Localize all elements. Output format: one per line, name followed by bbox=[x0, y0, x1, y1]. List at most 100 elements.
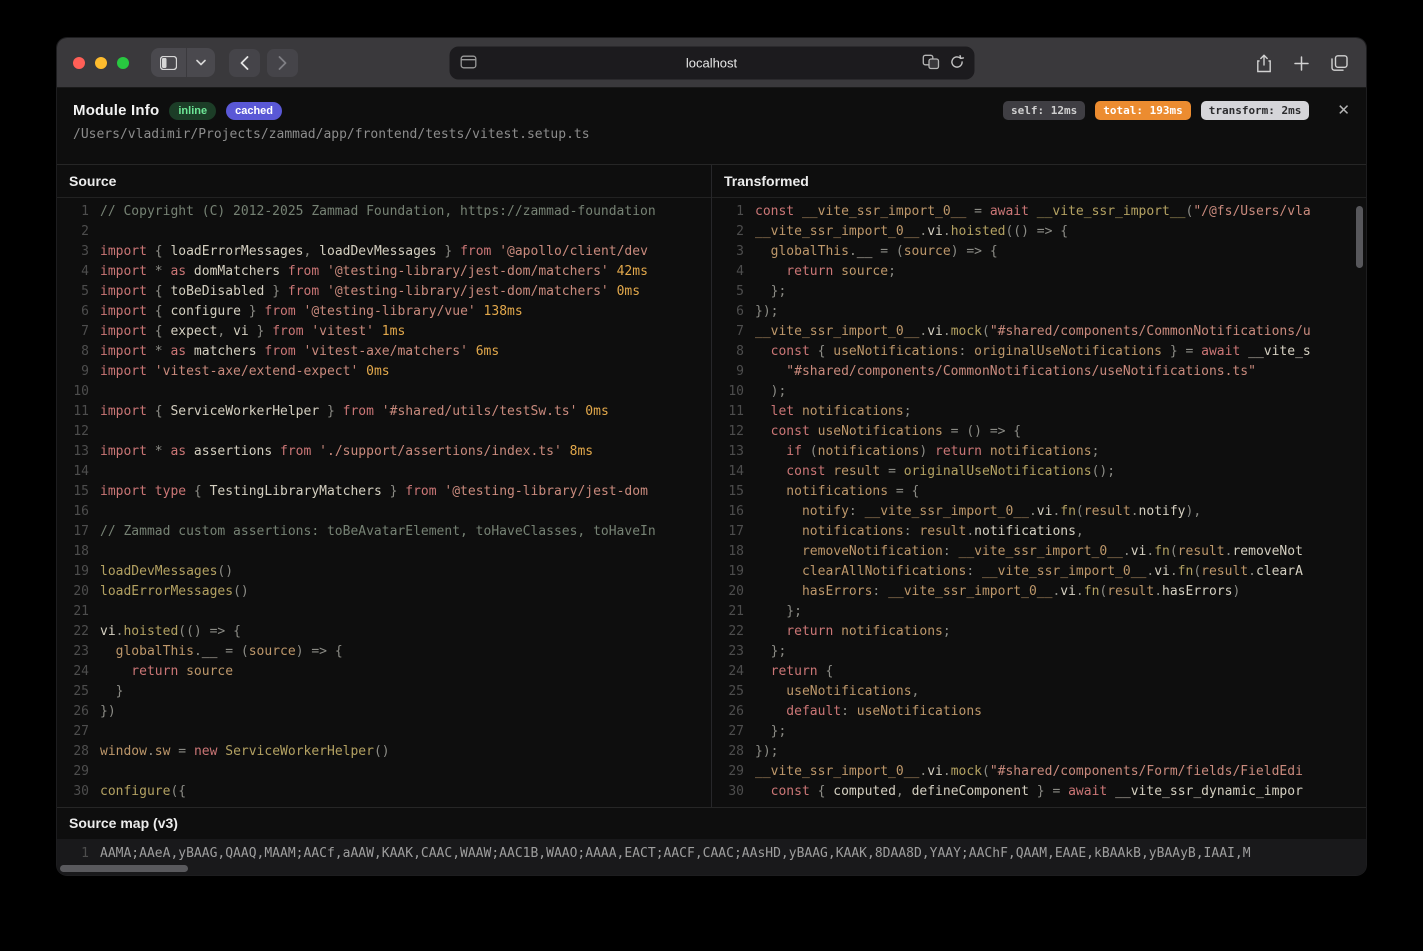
close-window-button[interactable] bbox=[73, 57, 85, 69]
line-number: 1 bbox=[712, 202, 744, 222]
line-content bbox=[89, 762, 100, 782]
token: originalUseNotifications bbox=[904, 464, 1092, 479]
code-line: 6import { configure } from '@testing-lib… bbox=[57, 302, 711, 322]
line-number: 12 bbox=[712, 422, 744, 442]
token: vi bbox=[1060, 584, 1076, 599]
token: '@apollo/client/dev bbox=[491, 244, 648, 259]
line-content: }) bbox=[89, 702, 116, 722]
token: import bbox=[100, 304, 147, 319]
token: // Copyright (C) 2012-2025 Zammad Founda… bbox=[100, 204, 656, 219]
transformed-panel-title: Transformed bbox=[712, 165, 1366, 198]
address-bar[interactable]: localhost bbox=[449, 46, 974, 79]
token: removeNotification bbox=[755, 544, 943, 559]
line-content: }; bbox=[744, 282, 786, 302]
zoom-window-button[interactable] bbox=[117, 57, 129, 69]
share-icon[interactable] bbox=[1256, 54, 1272, 73]
token: ) bbox=[919, 444, 935, 459]
token: '#shared/utils/testSw.ts' bbox=[374, 404, 578, 419]
vertical-scrollbar[interactable] bbox=[1356, 206, 1363, 268]
token: __vite_s bbox=[1240, 344, 1310, 359]
token: fn bbox=[1084, 584, 1100, 599]
line-content: const { computed, defineComponent } = aw… bbox=[744, 782, 1303, 802]
chevron-down-icon bbox=[196, 59, 206, 66]
token: fn bbox=[1154, 544, 1170, 559]
line-number: 27 bbox=[712, 722, 744, 742]
code-line: 15import type { TestingLibraryMatchers }… bbox=[57, 482, 711, 502]
token: __vite_ssr_import_0__ bbox=[755, 764, 919, 779]
line-number: 8 bbox=[57, 342, 89, 362]
token: } bbox=[437, 244, 460, 259]
token: () bbox=[233, 584, 249, 599]
token: loadErrorMessages bbox=[100, 584, 233, 599]
timing-transform-badge: transform: 2ms bbox=[1201, 101, 1310, 120]
line-number: 28 bbox=[712, 742, 744, 762]
line-number: 3 bbox=[712, 242, 744, 262]
line-content: loadErrorMessages() bbox=[89, 582, 249, 602]
code-line: 16 notify: __vite_ssr_import_0__.vi.fn(r… bbox=[712, 502, 1366, 522]
token: 1ms bbox=[374, 324, 405, 339]
new-tab-icon[interactable] bbox=[1294, 56, 1309, 71]
code-line: 26}) bbox=[57, 702, 711, 722]
token: , bbox=[912, 684, 920, 699]
code-line: 23 }; bbox=[712, 642, 1366, 662]
token: notifications bbox=[818, 444, 920, 459]
token: import bbox=[100, 264, 147, 279]
token: . bbox=[147, 744, 155, 759]
reload-icon[interactable] bbox=[949, 54, 964, 69]
line-number: 23 bbox=[57, 642, 89, 662]
transformed-code: 1const __vite_ssr_import_0__ = await __v… bbox=[712, 198, 1366, 807]
token: source bbox=[249, 644, 296, 659]
sidebar-menu-button[interactable] bbox=[187, 48, 215, 77]
line-content: vi.hoisted(() => { bbox=[89, 622, 241, 642]
line-number: 22 bbox=[57, 622, 89, 642]
token: "#shared/components/CommonNotifications/… bbox=[755, 364, 1256, 379]
token: '@testing-library/vue' bbox=[296, 304, 476, 319]
token: ), bbox=[1186, 504, 1202, 519]
horizontal-scrollbar[interactable] bbox=[60, 865, 188, 872]
line-content: import { toBeDisabled } from '@testing-l… bbox=[89, 282, 640, 302]
token: loadDevMessages bbox=[100, 564, 217, 579]
code-line: 2__vite_ssr_import_0__.vi.hoisted(() => … bbox=[712, 222, 1366, 242]
back-button[interactable] bbox=[229, 49, 260, 77]
code-line: 27 }; bbox=[712, 722, 1366, 742]
token: const bbox=[755, 424, 810, 439]
sidebar-toggle-button[interactable] bbox=[151, 48, 186, 77]
timing-self-badge: self: 12ms bbox=[1003, 101, 1085, 120]
token: TestingLibraryMatchers bbox=[210, 484, 382, 499]
token: matchers bbox=[186, 344, 264, 359]
token: hasErrors bbox=[755, 584, 872, 599]
code-line: 29 bbox=[57, 762, 711, 782]
module-file-path: /Users/vladimir/Projects/zammad/app/fron… bbox=[73, 127, 1350, 142]
code-line: 7import { expect, vi } from 'vitest' 1ms bbox=[57, 322, 711, 342]
token: . bbox=[1131, 504, 1139, 519]
tab-overview-icon[interactable] bbox=[1331, 55, 1348, 71]
translate-icon[interactable] bbox=[922, 54, 939, 69]
token: './support/assertions/index.ts' bbox=[311, 444, 561, 459]
line-number: 2 bbox=[712, 222, 744, 242]
line-number: 9 bbox=[57, 362, 89, 382]
token: clearAllNotifications bbox=[755, 564, 966, 579]
code-line: 17// Zammad custom assertions: toBeAvata… bbox=[57, 522, 711, 542]
token: from bbox=[343, 404, 374, 419]
token: return bbox=[100, 664, 178, 679]
token: as bbox=[170, 444, 186, 459]
line-content bbox=[89, 462, 100, 482]
token: ) => { bbox=[951, 244, 998, 259]
forward-button[interactable] bbox=[267, 49, 298, 77]
token: assertions bbox=[186, 444, 280, 459]
line-content: }; bbox=[744, 722, 786, 742]
line-content: __vite_ssr_import_0__.vi.mock("#shared/c… bbox=[744, 762, 1303, 782]
code-line: 20 hasErrors: __vite_ssr_import_0__.vi.f… bbox=[712, 582, 1366, 602]
close-panel-button[interactable]: ✕ bbox=[1337, 103, 1350, 118]
token: loadDevMessages bbox=[319, 244, 436, 259]
line-content: const __vite_ssr_import_0__ = await __vi… bbox=[744, 202, 1311, 222]
minimize-window-button[interactable] bbox=[95, 57, 107, 69]
token: __vite_ssr_import_0__ bbox=[982, 564, 1146, 579]
code-line: 24 return source bbox=[57, 662, 711, 682]
line-number: 21 bbox=[57, 602, 89, 622]
token: (() => { bbox=[178, 624, 241, 639]
code-line: 21 bbox=[57, 602, 711, 622]
token: . bbox=[1248, 564, 1256, 579]
code-line: 16 bbox=[57, 502, 711, 522]
token: . bbox=[1146, 544, 1154, 559]
